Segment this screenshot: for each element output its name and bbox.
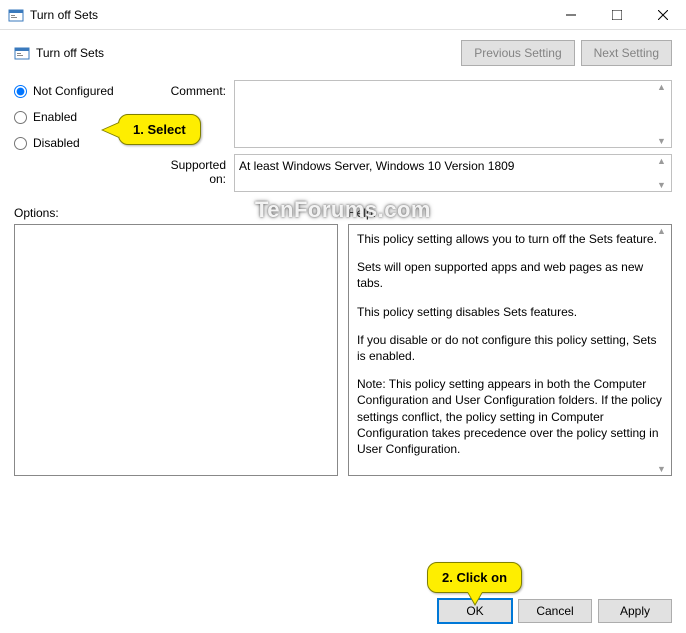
radio-label: Enabled bbox=[33, 110, 77, 124]
cancel-button[interactable]: Cancel bbox=[518, 599, 592, 623]
scroll-up-icon[interactable]: ▲ bbox=[657, 82, 666, 92]
scroll-down-icon[interactable]: ▼ bbox=[657, 180, 666, 190]
radio-label: Not Configured bbox=[33, 84, 114, 98]
help-panel[interactable]: This policy setting allows you to turn o… bbox=[348, 224, 672, 476]
policy-icon bbox=[14, 45, 30, 61]
help-text: Sets will open supported apps and web pa… bbox=[357, 259, 663, 291]
titlebar-title: Turn off Sets bbox=[30, 8, 548, 22]
help-label: Help: bbox=[348, 206, 672, 220]
header-row: Turn off Sets Previous Setting Next Sett… bbox=[14, 40, 672, 66]
help-text: This policy setting allows you to turn o… bbox=[357, 231, 663, 247]
annotation-click: 2. Click on bbox=[427, 562, 522, 593]
titlebar[interactable]: Turn off Sets bbox=[0, 0, 686, 30]
page-title: Turn off Sets bbox=[36, 46, 461, 60]
dialog-buttons: OK Cancel Apply bbox=[0, 589, 686, 633]
policy-icon bbox=[8, 7, 24, 23]
apply-button[interactable]: Apply bbox=[598, 599, 672, 623]
supported-on-text: At least Windows Server, Windows 10 Vers… bbox=[234, 154, 672, 192]
supported-label: Supported on: bbox=[154, 154, 234, 192]
help-text: This policy setting disables Sets featur… bbox=[357, 304, 663, 320]
scroll-down-icon[interactable]: ▼ bbox=[657, 464, 666, 474]
radio-enabled-input[interactable] bbox=[14, 111, 27, 124]
help-text: If you disable or do not configure this … bbox=[357, 332, 663, 364]
scroll-up-icon[interactable]: ▲ bbox=[657, 156, 666, 166]
options-label: Options: bbox=[14, 206, 338, 220]
next-setting-button[interactable]: Next Setting bbox=[581, 40, 672, 66]
radio-disabled-input[interactable] bbox=[14, 137, 27, 150]
scroll-down-icon[interactable]: ▼ bbox=[657, 136, 666, 146]
annotation-select: 1. Select bbox=[118, 114, 201, 145]
minimize-button[interactable] bbox=[548, 0, 594, 30]
radio-not-configured[interactable]: Not Configured bbox=[14, 84, 154, 98]
close-button[interactable] bbox=[640, 0, 686, 30]
previous-setting-button[interactable]: Previous Setting bbox=[461, 40, 574, 66]
options-panel[interactable] bbox=[14, 224, 338, 476]
maximize-button[interactable] bbox=[594, 0, 640, 30]
radio-not-configured-input[interactable] bbox=[14, 85, 27, 98]
supported-value: At least Windows Server, Windows 10 Vers… bbox=[239, 159, 514, 173]
scroll-up-icon[interactable]: ▲ bbox=[657, 226, 666, 236]
radio-label: Disabled bbox=[33, 136, 80, 150]
help-text: Note: This policy setting appears in bot… bbox=[357, 376, 663, 457]
comment-textarea[interactable]: ▲▼ bbox=[234, 80, 672, 148]
